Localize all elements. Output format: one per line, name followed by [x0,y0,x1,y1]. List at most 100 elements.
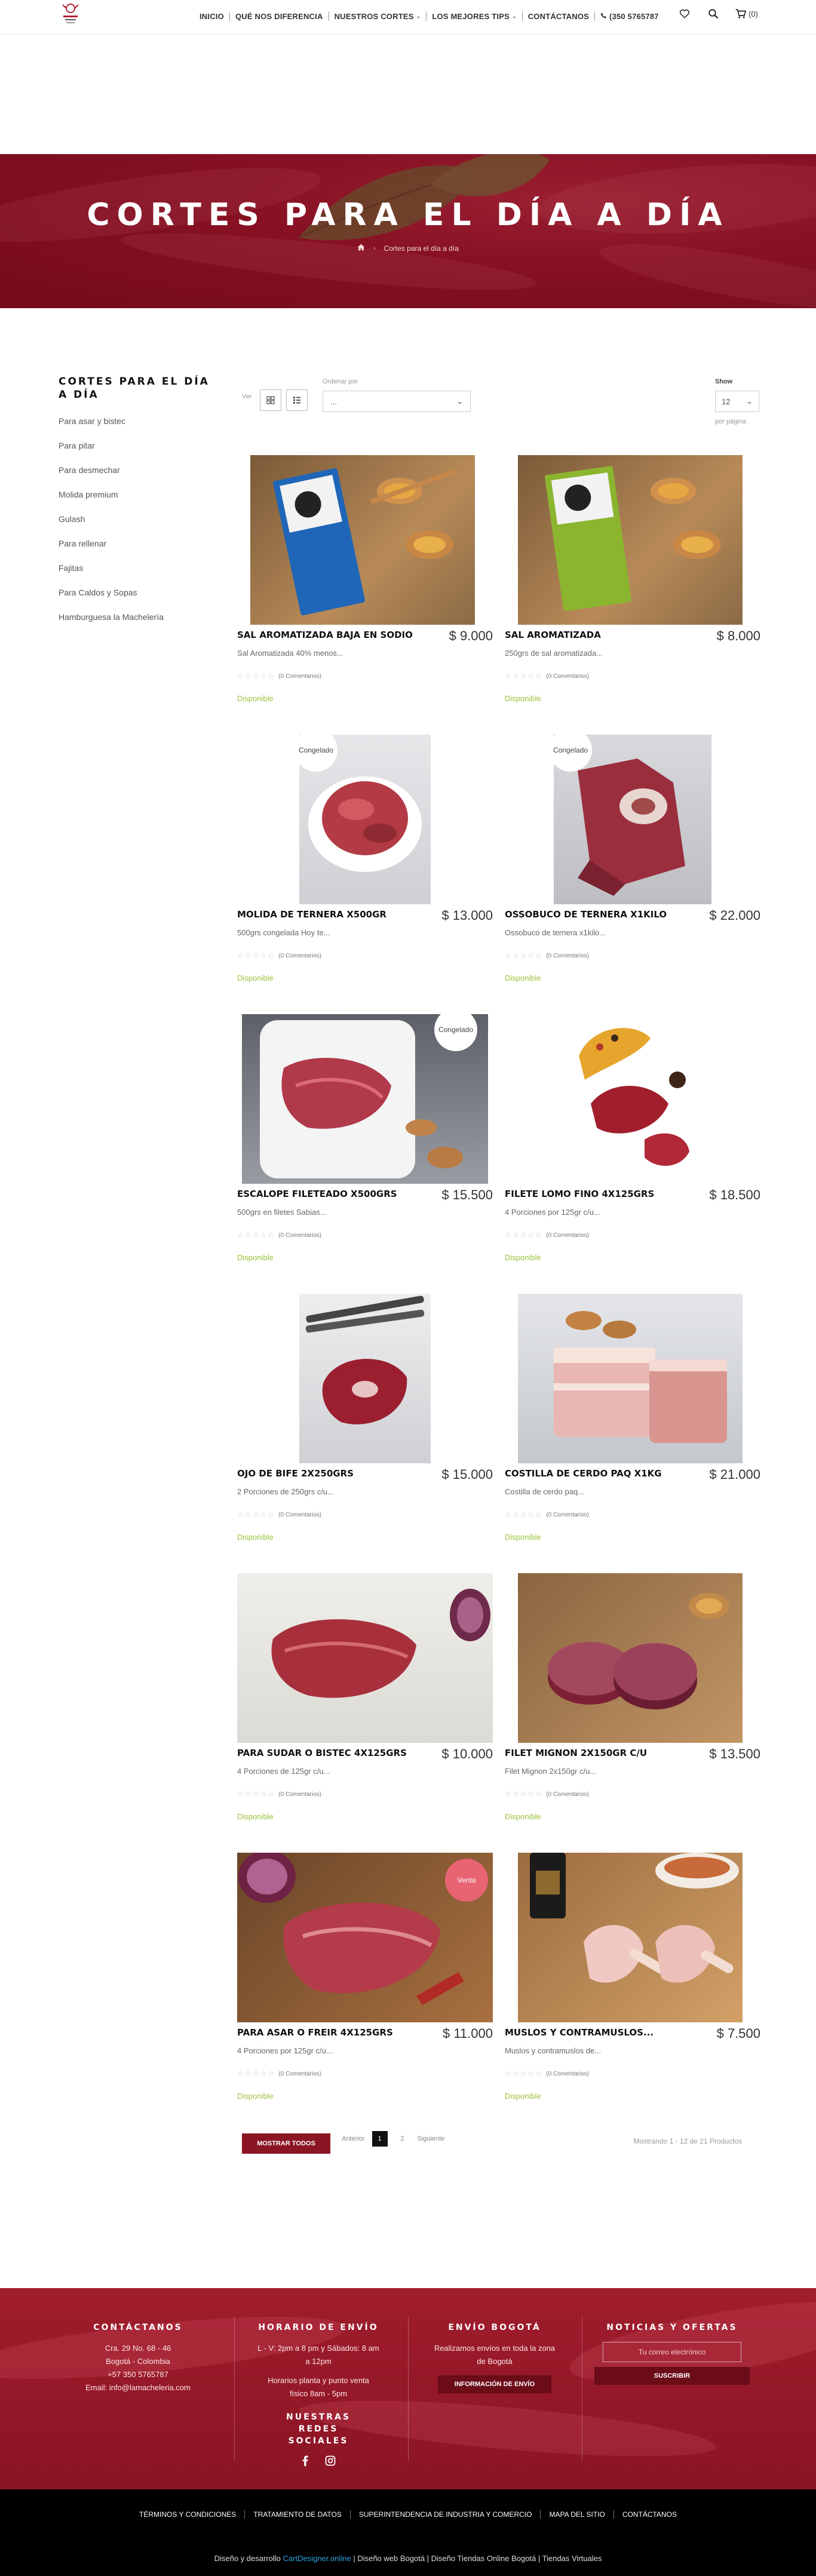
footer-hours: HORARIO DE ENVÍO L - V: 2pm a 8 pm y Sáb… [232,2323,405,2469]
sidebar-category-item[interactable]: Para Caldos y Sopas [59,588,221,613]
footer-legal-link[interactable]: TRATAMIENTO DE DATOS [244,2510,350,2519]
heart-icon[interactable] [678,7,691,20]
product-name[interactable]: FILET MIGNON 2X150GR C/U [505,1748,684,1758]
product-image[interactable] [505,1573,760,1743]
product-card[interactable]: FILETE LOMO FINO 4X125GRS $ 18.500 4 Porci… [505,1014,760,1265]
logo[interactable] [59,2,82,29]
product-card[interactable]: OJO DE BIFE 2X250GRS $ 15.000 2 Porciones … [237,1294,493,1545]
footer-legal-link[interactable]: SUPERINTENDENCIA DE INDUSTRIA Y COMERCIO [349,2510,541,2519]
product-price: $ 22.000 [709,908,760,923]
sidebar-category-item[interactable]: Para desmechar [59,466,221,490]
pagination-page-1[interactable]: 1 [372,2131,388,2147]
product-card[interactable]: SAL AROMATIZADA BAJA EN SODIO $ 9.000 Sal … [237,455,493,706]
star-icon: ☆ [259,671,267,680]
facebook-icon[interactable] [301,2455,309,2469]
nav-item-1[interactable]: QUÉ NOS DIFERENCIA [229,11,329,21]
product-name[interactable]: COSTILLA DE CERDO PAQ X1KG [505,1468,684,1479]
star-icon: ☆ [512,951,520,960]
product-image[interactable]: Congelado [237,1014,493,1184]
product-name[interactable]: ESCALOPE FILETEADO X500GRS [237,1189,416,1199]
nav-item-label: CONTÁCTANOS [527,11,590,21]
product-card[interactable]: Congelado OSSOBUCO DE TERNERA X1KILO $ 22.… [505,735,760,985]
sidebar-category-item[interactable]: Gulash [59,515,221,539]
grid-icon [266,396,275,404]
shipping-info-button[interactable]: INFORMACIÓN DE ENVÍO [437,2375,552,2393]
star-icon: ☆ [512,671,520,680]
product-image[interactable]: Venta [237,1853,493,2022]
grid-view-button[interactable] [260,389,281,411]
sidebar-category-item[interactable]: Molida premium [59,490,221,515]
search-icon[interactable] [707,7,720,20]
instagram-icon[interactable] [325,2455,336,2469]
product-image[interactable] [505,455,760,625]
product-card[interactable]: Congelado MOLIDA DE TERNERA X500GR $ 13.00… [237,735,493,985]
product-image[interactable] [237,1573,493,1743]
subscribe-button[interactable]: SUSCRIBIR [594,2367,750,2385]
sidebar-category-item[interactable]: Para asar y bistec [59,417,221,441]
product-photo [250,455,475,625]
product-image[interactable] [505,1294,760,1463]
product-image[interactable] [237,455,493,625]
review-count: (0 Comentarios) [546,673,589,680]
product-card[interactable]: Congelado ESCALOPE FILETEADO X500GRS $ 15.… [237,1014,493,1265]
product-image[interactable]: Congelado [237,735,493,904]
footer-legal-link[interactable]: TÉRMINOS Y CONDICIONES [131,2510,244,2519]
pagination-page-2[interactable]: 2 [395,2131,410,2147]
per-page-select[interactable]: 12 ⌄ [715,391,759,412]
sidebar-category-item[interactable]: Fajitas [59,564,221,588]
list-view-button[interactable] [286,389,308,411]
product-card[interactable]: FILET MIGNON 2X150GR C/U $ 13.500 Filet Mi… [505,1573,760,1824]
nav-item-5[interactable]: (350 5765787 [594,11,664,21]
nav-item-4[interactable]: CONTÁCTANOS [521,11,594,21]
product-card[interactable]: PARA SUDAR O BISTEC 4X125GRS $ 10.000 4 Po… [237,1573,493,1824]
nav-item-0[interactable]: INICIO [194,11,229,21]
product-card[interactable]: Venta PARA ASAR O FREIR 4X125GRS $ 11.000 4… [237,1853,493,2104]
product-card[interactable]: MUSLOS Y CONTRAMUSLOS... $ 7.500 Muslos y … [505,1853,760,2104]
product-image[interactable] [505,1853,760,2022]
credits-suffix: | Diseño web Bogotá | Diseño Tiendas Onl… [353,2554,602,2563]
footer-legal-link[interactable]: CONTÁCTANOS [613,2510,685,2519]
hero-banner: CORTES PARA EL DÍA A DÍA › Cortes para e… [0,154,816,308]
order-by-select[interactable]: ... ⌄ [323,391,471,412]
pagination-prev[interactable]: Anterior [342,2135,365,2142]
nav-item-3[interactable]: LOS MEJORES TIPS ⌄ [426,11,521,21]
product-name[interactable]: MOLIDA DE TERNERA X500GR [237,909,416,920]
star-icon: ☆ [259,1789,267,1798]
credits: Diseño y desarrollo CartDesigner.online … [0,2554,816,2563]
sidebar-category-item[interactable]: Para rellenar [59,539,221,564]
pagination-next[interactable]: Siguiente [418,2135,445,2142]
sidebar-category-item[interactable]: Hamburguesa la Machelería [59,613,221,637]
credits-brand-link[interactable]: CartDesigner.online [283,2554,351,2563]
product-name[interactable]: SAL AROMATIZADA [505,630,684,640]
cart-icon[interactable]: (0) [735,7,758,20]
availability-status: Disponible [237,1533,274,1542]
product-card[interactable]: SAL AROMATIZADA $ 8.000 250grs de sal arom… [505,455,760,706]
product-name[interactable]: PARA SUDAR O BISTEC 4X125GRS [237,1748,416,1758]
product-name[interactable]: SAL AROMATIZADA BAJA EN SODIO [237,630,416,640]
star-icon: ☆ [535,1789,542,1798]
product-description: Filet Mignon 2x150gr c/u... [505,1767,597,1776]
show-all-button[interactable]: MOSTRAR TODOS [242,2133,330,2154]
footer-legal-link[interactable]: MAPA DEL SITIO [540,2510,613,2519]
nav-item-2[interactable]: NUESTROS CORTES ⌄ [328,11,427,21]
product-name[interactable]: OSSOBUCO DE TERNERA X1KILO [505,909,684,920]
footer-email[interactable]: Email: info@lamacheleria.com [51,2381,225,2394]
newsletter-email-input[interactable]: Tu correo electrónico [603,2342,741,2362]
product-name[interactable]: OJO DE BIFE 2X250GRS [237,1468,416,1479]
product-name[interactable]: FILETE LOMO FINO 4X125GRS [505,1189,684,1199]
availability-status: Disponible [505,694,541,703]
product-price: $ 21.000 [709,1467,760,1482]
home-icon[interactable] [357,244,365,253]
footer-phone[interactable]: +57 350 5765787 [51,2368,225,2381]
product-name[interactable]: PARA ASAR O FREIR 4X125GRS [237,2027,416,2038]
product-image[interactable] [237,1294,493,1463]
product-image[interactable]: Congelado [505,735,760,904]
sidebar-category-item[interactable]: Para pitar [59,441,221,466]
product-card[interactable]: COSTILLA DE CERDO PAQ X1KG $ 21.000 Costil… [505,1294,760,1545]
product-image[interactable] [505,1014,760,1184]
availability-status: Disponible [237,2092,274,2101]
product-description: Ossobuco de ternera x1kilo... [505,928,606,937]
nav-item-label: LOS MEJORES TIPS [432,11,510,21]
product-name[interactable]: MUSLOS Y CONTRAMUSLOS... [505,2027,684,2038]
availability-status: Disponible [237,974,274,982]
